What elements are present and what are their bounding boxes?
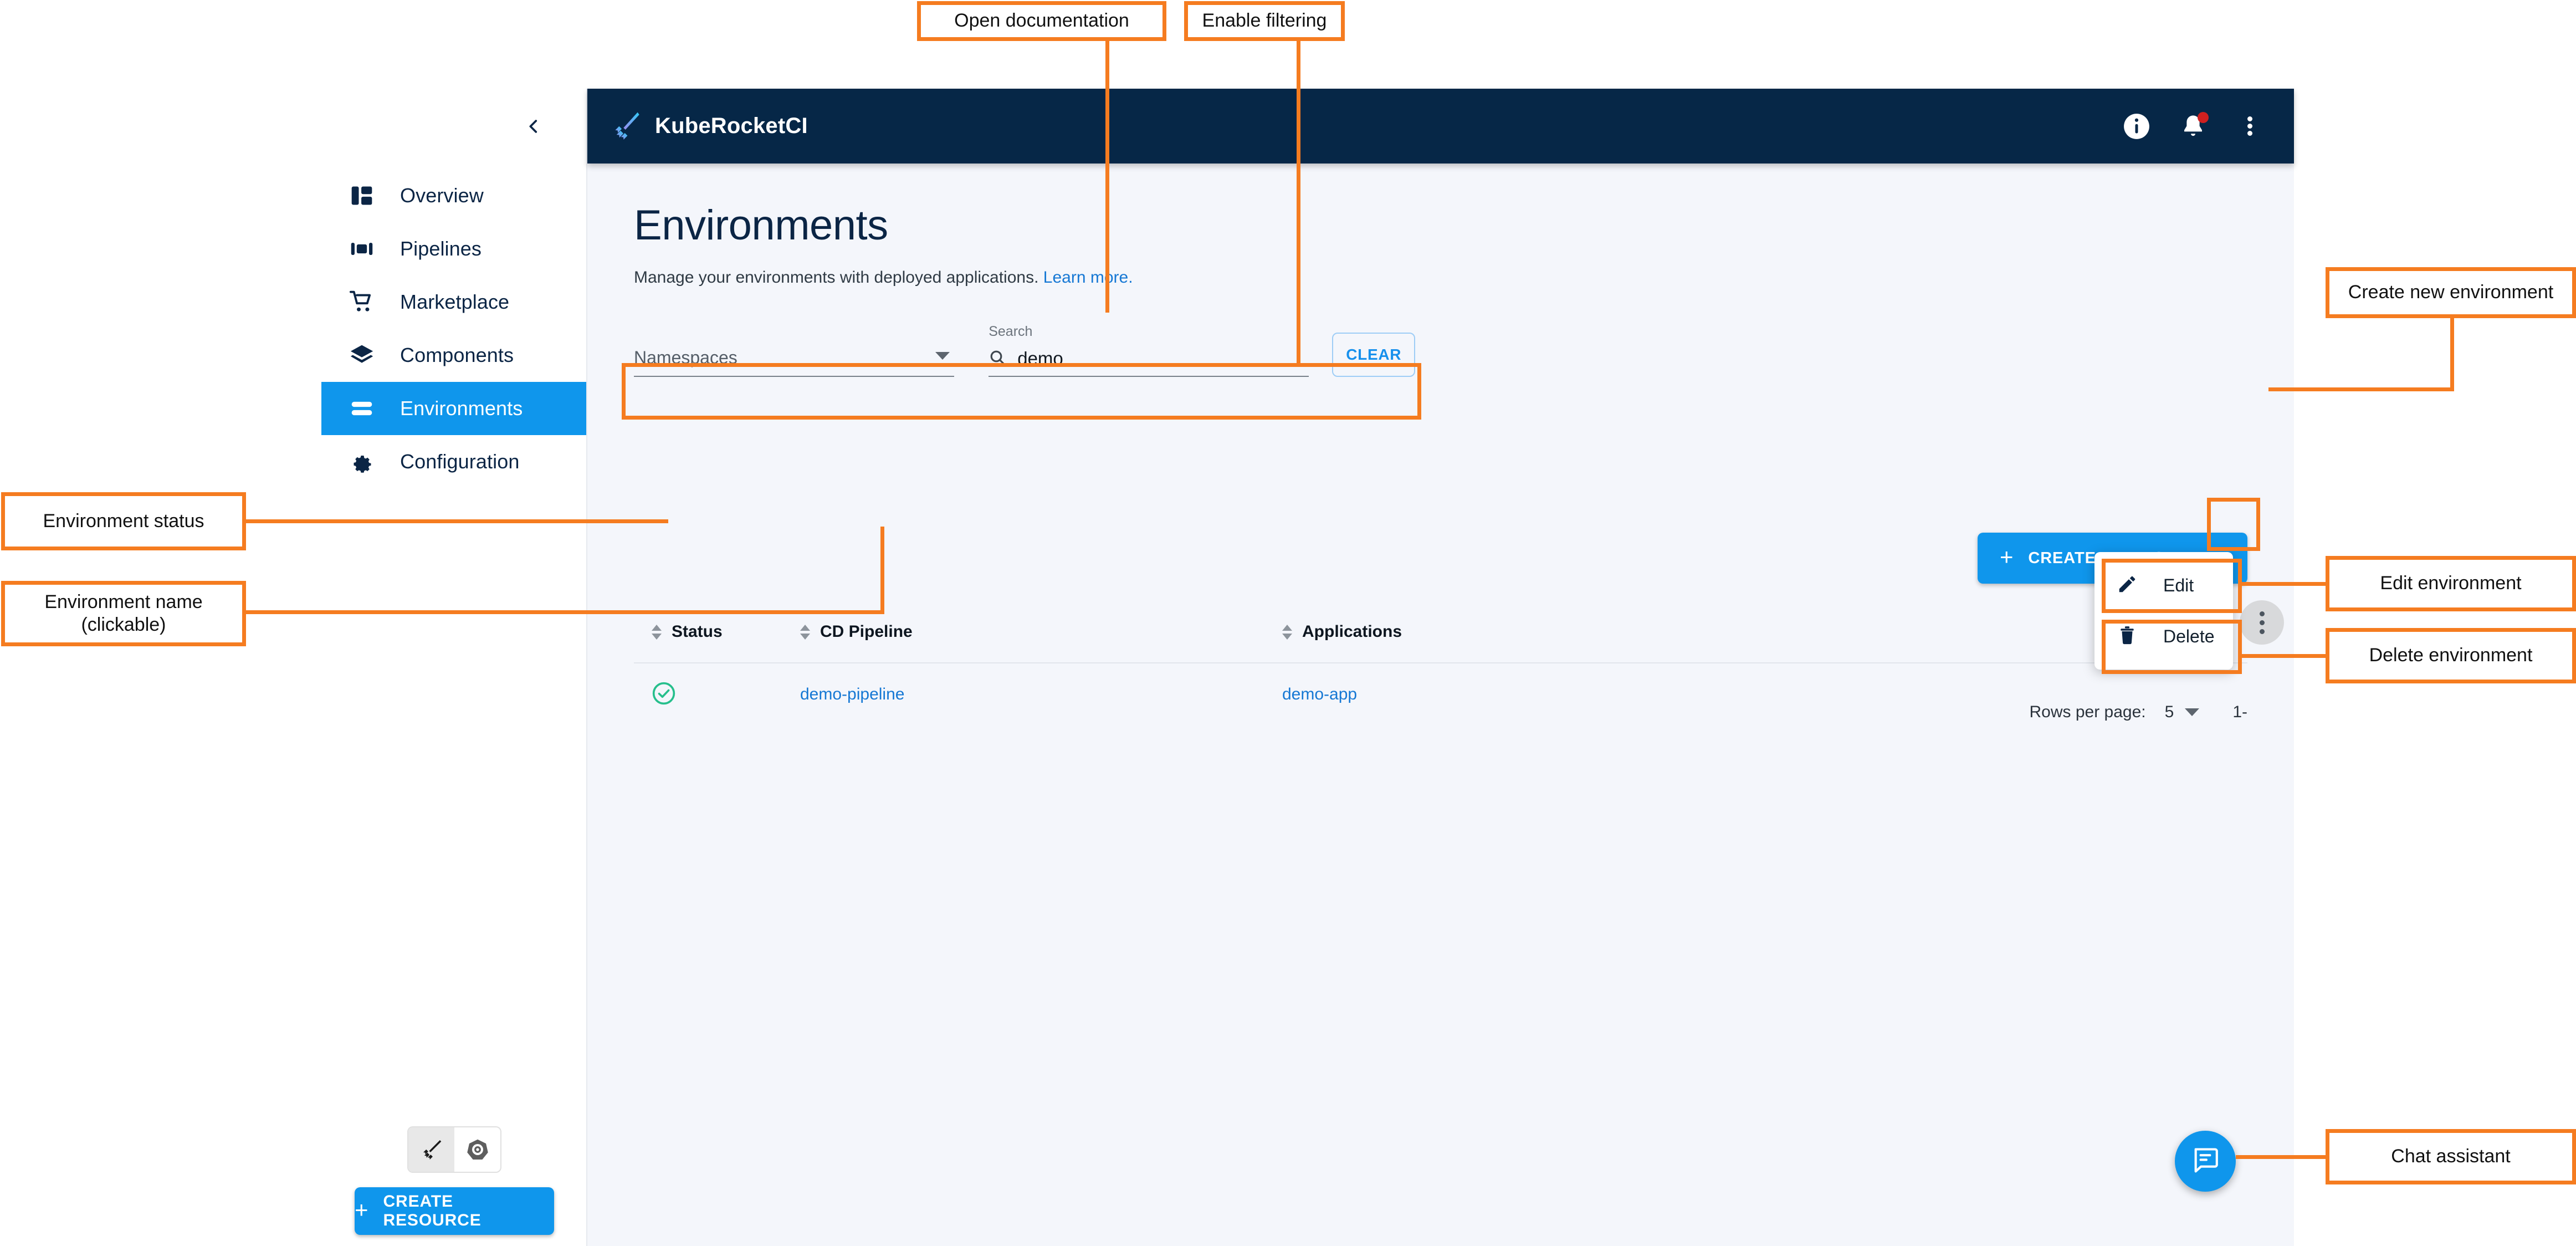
screenshot-root: Overview Pipelines Marketplace Component… <box>0 0 2576 1246</box>
gear-icon <box>348 448 376 476</box>
sidebar-item-configuration[interactable]: Configuration <box>321 435 586 488</box>
sidebar-item-label: Overview <box>400 184 484 207</box>
view-mode-toggle <box>407 1126 501 1173</box>
rocket-feather-logo-icon <box>612 111 641 142</box>
table-header-row: Status CD Pipeline Applications <box>634 601 2247 663</box>
callout-line-2: (clickable) <box>81 614 166 635</box>
sidebar-item-label: Components <box>400 344 514 366</box>
callout-delete-environment: Delete environment <box>2326 628 2576 683</box>
topbar-overflow-menu-icon[interactable] <box>2235 112 2264 141</box>
create-resource-button[interactable]: + CREATE RESOURCE <box>355 1187 554 1235</box>
sidebar-item-label: Configuration <box>400 450 520 473</box>
sidebar-header <box>321 89 586 164</box>
sidebar-item-environments[interactable]: Environments <box>321 382 586 435</box>
sidebar-footer: + CREATE RESOURCE <box>321 1126 587 1246</box>
chevron-down-icon <box>935 352 950 360</box>
row-actions-cell <box>2240 600 2284 645</box>
column-header-label: CD Pipeline <box>820 622 913 641</box>
kuberocket-view-icon[interactable] <box>408 1127 454 1172</box>
leader-line <box>2450 318 2454 387</box>
sort-arrows-icon <box>652 624 662 640</box>
sidebar-item-marketplace[interactable]: Marketplace <box>321 275 586 329</box>
plus-icon: + <box>355 1197 369 1223</box>
sidebar-item-label: Marketplace <box>400 290 510 313</box>
row-overflow-menu-icon[interactable] <box>2240 600 2284 645</box>
sidebar-item-pipelines[interactable]: Pipelines <box>321 222 586 275</box>
sort-arrows-icon <box>800 624 810 640</box>
sidebar-item-components[interactable]: Components <box>321 329 586 382</box>
main-content: Environments Manage your environments wi… <box>587 164 2294 1246</box>
plus-icon: + <box>1999 544 2014 570</box>
chat-bubble-icon <box>2191 1146 2220 1177</box>
chat-assistant-button[interactable] <box>2175 1131 2236 1192</box>
notifications-bell-icon[interactable] <box>2179 111 2209 141</box>
column-header-label: Applications <box>1302 622 1402 641</box>
column-header-cd-pipeline[interactable]: CD Pipeline <box>800 622 1282 641</box>
highlight-row-menu-button <box>2207 498 2260 551</box>
sidebar-nav: Overview Pipelines Marketplace Component… <box>321 169 586 488</box>
rows-per-page-label: Rows per page: <box>2029 703 2146 721</box>
highlight-menu-item-delete <box>2102 620 2242 674</box>
callout-line-1: Environment name <box>44 591 203 612</box>
brand-name: KubeRocketCI <box>655 114 808 138</box>
info-icon[interactable] <box>2122 112 2151 141</box>
page-subtitle-text: Manage your environments with deployed a… <box>634 268 1039 287</box>
cart-icon <box>348 288 376 316</box>
top-bar: KubeRocketCI <box>587 89 2294 164</box>
rows-per-page: Rows per page: 5 <box>2030 703 2200 722</box>
dashboard-icon <box>348 182 376 210</box>
brand[interactable]: KubeRocketCI <box>612 111 808 142</box>
pipelines-icon <box>348 235 376 263</box>
callout-environment-status: Environment status <box>1 492 246 550</box>
column-header-status[interactable]: Status <box>634 622 800 641</box>
layers-icon <box>348 341 376 369</box>
chevron-left-icon[interactable] <box>514 107 553 146</box>
search-label: Search <box>989 324 1033 339</box>
sidebar-item-label: Pipelines <box>400 237 482 260</box>
rows-per-page-value: 5 <box>2164 703 2174 721</box>
chevron-down-icon <box>2185 708 2200 716</box>
highlight-filter-bar <box>622 363 1421 420</box>
column-header-label: Status <box>672 622 723 641</box>
sort-arrows-icon <box>1282 624 1292 640</box>
page-title: Environments <box>634 202 888 249</box>
callout-open-documentation: Open documentation <box>917 1 1166 41</box>
callout-chat-assistant: Chat assistant <box>2326 1129 2576 1184</box>
sidebar-item-label: Environments <box>400 397 523 420</box>
rows-per-page-select[interactable]: 5 <box>2165 703 2200 722</box>
pagination-range-label: 1- <box>2232 703 2247 721</box>
sidebar-item-overview[interactable]: Overview <box>321 169 586 222</box>
pagination: Rows per page: 5 1- <box>634 679 2248 745</box>
notification-badge <box>2198 111 2209 123</box>
callout-environment-name: Environment name (clickable) <box>1 581 246 646</box>
application-window: Overview Pipelines Marketplace Component… <box>321 89 2294 1246</box>
callout-edit-environment: Edit environment <box>2326 556 2576 611</box>
highlight-menu-item-edit <box>2102 559 2242 613</box>
create-resource-label: CREATE RESOURCE <box>383 1192 482 1229</box>
topbar-actions <box>2122 111 2264 141</box>
kubernetes-view-icon[interactable] <box>454 1127 500 1172</box>
environments-icon <box>348 395 376 422</box>
callout-enable-filtering: Enable filtering <box>1184 1 1345 41</box>
sidebar: Overview Pipelines Marketplace Component… <box>321 89 587 1246</box>
page-subtitle: Manage your environments with deployed a… <box>634 268 2294 287</box>
callout-create-new-environment: Create new environment <box>2326 267 2576 318</box>
learn-more-link[interactable]: Learn more. <box>1043 268 1133 287</box>
leader-line <box>2268 387 2454 391</box>
